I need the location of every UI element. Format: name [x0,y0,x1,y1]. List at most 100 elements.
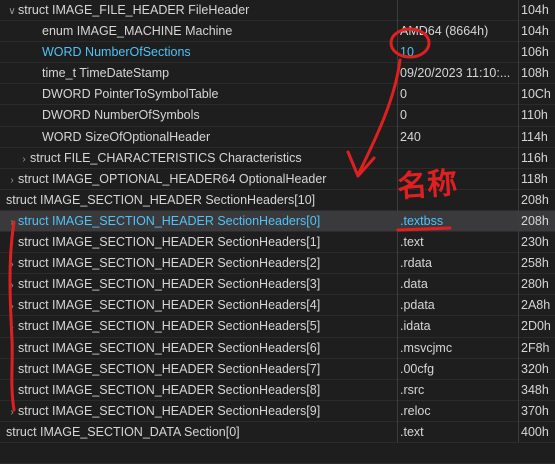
tree-row[interactable]: DWORD NumberOfSymbols 0 110h [0,105,555,127]
field-value: AMD64 (8664h) [400,24,489,39]
tree-row[interactable]: › struct IMAGE_SECTION_HEADER SectionHead… [0,210,555,233]
field-name-text: WORD NumberOfSections [42,45,191,60]
field-name: › struct IMAGE_SECTION_HEADER SectionHead… [0,232,402,254]
field-name: › struct IMAGE_SECTION_HEADER SectionHead… [0,338,402,360]
tree-row[interactable]: › struct IMAGE_SECTION_HEADER SectionHead… [0,316,555,338]
chevron-right-icon[interactable]: › [6,275,18,296]
field-offset: 320h [521,361,549,376]
field-name-text: time_t TimeDateStamp [42,66,170,81]
field-name-text: struct IMAGE_SECTION_HEADER SectionHeade… [18,382,321,397]
field-name-text: struct IMAGE_SECTION_HEADER SectionHeade… [18,340,321,355]
chevron-right-icon[interactable]: › [6,254,18,275]
chevron-down-icon[interactable]: ∨ [6,1,18,22]
field-name: › struct IMAGE_SECTION_HEADER SectionHead… [0,274,402,296]
field-name: DWORD PointerToSymbolTable [0,84,426,105]
tree-row[interactable]: › struct IMAGE_OPTIONAL_HEADER64 Optional… [0,169,555,190]
field-offset: 2F8h [521,340,550,355]
field-value: .textbss [400,213,444,228]
field-name: › struct IMAGE_SECTION_HEADER SectionHead… [0,295,402,317]
field-name: › struct IMAGE_SECTION_HEADER SectionHead… [0,359,402,381]
tree-row[interactable]: › struct IMAGE_SECTION_HEADER SectionHead… [0,401,555,422]
chevron-right-icon[interactable]: › [6,402,18,423]
chevron-right-icon[interactable]: › [6,339,18,360]
field-name: DWORD NumberOfSymbols [0,105,426,126]
field-name: › struct IMAGE_OPTIONAL_HEADER64 Optional… [0,169,402,191]
tree-row[interactable]: WORD SizeOfOptionalHeader 240 114h [0,127,555,148]
field-offset: 10Ch [521,87,551,102]
tree-row[interactable]: enum IMAGE_MACHINE Machine AMD64 (8664h) 1… [0,21,555,43]
field-offset: 2D0h [521,319,551,334]
field-value: .00cfg [400,361,435,376]
chevron-right-icon[interactable]: › [6,212,18,233]
tree-row[interactable]: › struct FILE_CHARACTERISTICS Characteris… [0,148,555,169]
field-name-text: struct IMAGE_SECTION_HEADER SectionHeade… [18,298,321,313]
field-offset: 208h [521,192,549,207]
field-offset: 104h [521,3,549,17]
field-offset: 230h [521,235,549,250]
tree-row[interactable]: › struct IMAGE_SECTION_HEADER SectionHead… [0,295,555,317]
field-offset: 116h [521,150,548,165]
field-name-text: struct IMAGE_SECTION_HEADER SectionHeade… [18,319,321,334]
field-offset: 208h [521,213,549,228]
structure-tree[interactable]: ∨ struct IMAGE_FILE_HEADER FileHeader 104h… [0,0,555,464]
field-offset: 280h [521,277,549,292]
tree-row[interactable] [0,443,555,464]
tree-row[interactable]: ∨ struct IMAGE_FILE_HEADER FileHeader 104h [0,0,555,22]
chevron-right-icon[interactable]: › [6,381,18,402]
tree-row[interactable]: › struct IMAGE_SECTION_HEADER SectionHead… [0,338,555,359]
field-value: .msvcjmc [400,340,453,355]
field-offset: 114h [521,129,548,144]
tree-row[interactable]: struct IMAGE_SECTION_DATA Section[0] .tex… [0,422,555,443]
chevron-right-icon[interactable]: › [6,233,18,254]
field-value: 10 [400,45,414,60]
field-name-text: struct IMAGE_SECTION_HEADER SectionHeade… [6,192,316,207]
field-name-text: struct IMAGE_SECTION_HEADER SectionHeade… [18,256,321,271]
field-name: › struct FILE_CHARACTERISTICS Characteris… [0,148,414,170]
field-value: .rsrc [400,382,425,397]
field-name-text: struct IMAGE_OPTIONAL_HEADER64 OptionalH… [18,171,327,186]
field-name: struct IMAGE_SECTION_DATA Section[0] [0,422,402,443]
field-name: WORD SizeOfOptionalHeader [0,127,426,148]
field-value: .data [400,277,428,292]
tree-row[interactable]: › struct IMAGE_SECTION_HEADER SectionHead… [0,232,555,254]
field-value: 0 [400,108,407,123]
field-value: 09/20/2023 11:10:... [400,66,511,81]
chevron-right-icon[interactable]: › [6,170,18,191]
field-name-text: struct IMAGE_SECTION_HEADER SectionHeade… [18,213,321,228]
chevron-right-icon[interactable]: › [6,296,18,317]
field-offset: 348h [521,382,549,397]
field-name-text: struct FILE_CHARACTERISTICS Characterist… [30,150,302,165]
chevron-right-icon[interactable]: › [18,149,30,170]
tree-row[interactable]: › struct IMAGE_SECTION_HEADER SectionHead… [0,253,555,275]
tree-row[interactable]: WORD NumberOfSections 10 106h [0,42,555,64]
tree-row[interactable]: time_t TimeDateStamp 09/20/2023 11:10:...… [0,63,555,85]
field-name: time_t TimeDateStamp [0,63,426,84]
column-divider-offset[interactable] [518,0,519,442]
field-offset: 118h [521,171,548,186]
field-value: .text [400,235,424,250]
chevron-right-icon[interactable]: › [6,317,18,338]
tree-row[interactable]: › struct IMAGE_SECTION_HEADER SectionHead… [0,274,555,296]
field-name: ∨ struct IMAGE_FILE_HEADER FileHeader [0,0,402,22]
field-value: .text [400,424,424,439]
column-divider-value[interactable] [397,0,398,442]
tree-row[interactable]: › struct IMAGE_SECTION_HEADER SectionHead… [0,380,555,401]
field-offset: 370h [521,403,549,418]
field-name: › struct IMAGE_SECTION_HEADER SectionHead… [0,380,402,402]
chevron-right-icon[interactable]: › [6,360,18,381]
field-name: struct IMAGE_SECTION_HEADER SectionHeade… [0,190,402,211]
field-offset: 106h [521,45,549,60]
tree-row[interactable]: DWORD PointerToSymbolTable 0 10Ch [0,84,555,106]
field-name-text: WORD SizeOfOptionalHeader [42,129,211,144]
field-name: › struct IMAGE_SECTION_HEADER SectionHead… [0,401,402,423]
field-name: › struct IMAGE_SECTION_HEADER SectionHead… [0,211,402,233]
field-name-text: struct IMAGE_SECTION_DATA Section[0] [6,424,240,439]
field-name-text: struct IMAGE_SECTION_HEADER SectionHeade… [18,361,321,376]
tree-row[interactable]: struct IMAGE_SECTION_HEADER SectionHeade… [0,190,555,211]
tree-row[interactable]: › struct IMAGE_SECTION_HEADER SectionHead… [0,359,555,380]
field-value: .rdata [400,256,432,271]
field-offset: 2A8h [521,298,551,313]
field-name: enum IMAGE_MACHINE Machine [0,21,426,42]
field-name: › struct IMAGE_SECTION_HEADER SectionHead… [0,316,402,338]
field-value: .idata [400,319,431,334]
